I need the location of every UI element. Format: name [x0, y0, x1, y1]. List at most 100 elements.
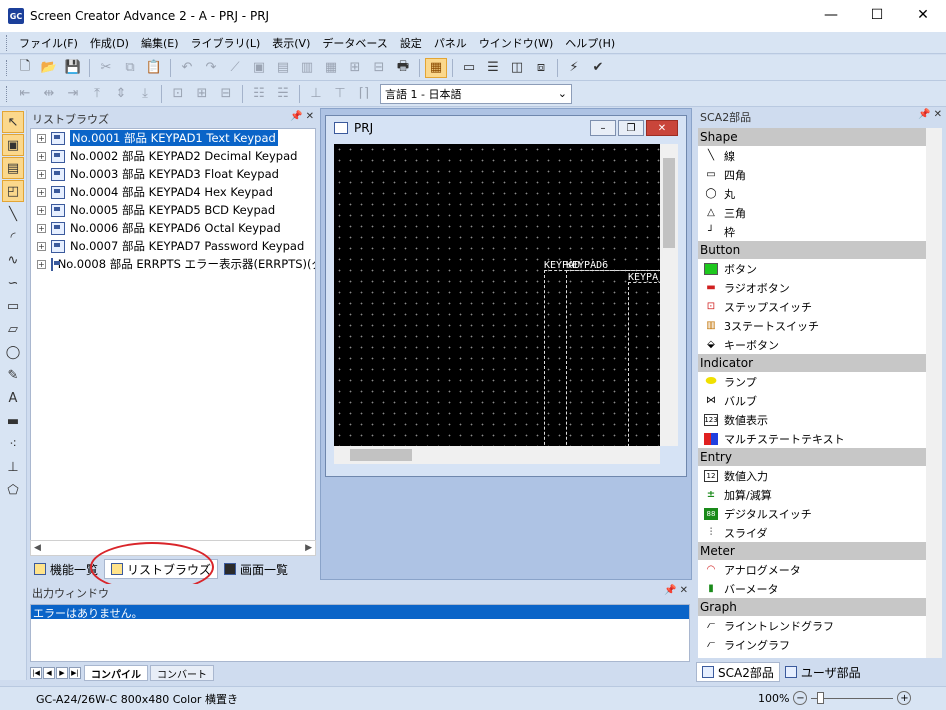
group-icon[interactable]: ⊞ [344, 58, 366, 78]
tab-last-icon[interactable]: ▶| [69, 667, 81, 679]
part-item[interactable]: ⫶ スライダ [698, 523, 926, 542]
expand-icon[interactable]: + [37, 187, 46, 197]
part-item[interactable]: ▥ 3ステートスイッチ [698, 316, 926, 335]
tree-item[interactable]: + No.0008 部品 ERRPTS エラー表示器(ERRPTS)(グ [31, 255, 315, 273]
paste-icon[interactable]: 📋 [143, 58, 165, 78]
select-parts-icon[interactable]: ▤ [2, 157, 24, 179]
minimize-button[interactable]: — [808, 0, 854, 30]
send-back-icon[interactable]: ▤ [272, 58, 294, 78]
expand-icon[interactable]: + [37, 241, 46, 251]
child-close-button[interactable]: ✕ [646, 120, 678, 136]
menu-window[interactable]: ウインドウ(W) [473, 35, 559, 51]
tree-item[interactable]: + No.0007 部品 KEYPAD7 Password Keypad [31, 237, 315, 255]
menu-panel[interactable]: パネル [428, 35, 473, 51]
part-item[interactable]: ◯ 丸 [698, 184, 926, 203]
window-layout-2-icon[interactable]: ☰ [482, 58, 504, 78]
part-item[interactable]: ◠ アナログメータ [698, 560, 926, 579]
distribute-v-icon[interactable]: ☷ [248, 84, 270, 104]
expand-icon[interactable]: + [37, 259, 46, 269]
category-meter[interactable]: Meter [698, 542, 926, 560]
child-minimize-button[interactable]: – [590, 120, 616, 136]
menu-create[interactable]: 作成(D) [84, 35, 135, 51]
part-item[interactable]: ▮ バーメータ [698, 579, 926, 598]
arc-tool-icon[interactable]: ◜ [2, 226, 24, 248]
part-item[interactable]: 12 数値入力 [698, 466, 926, 485]
redo-icon[interactable]: ↷ [200, 58, 222, 78]
zoom-out-icon[interactable]: − [793, 691, 808, 705]
keypad-part-outline[interactable] [628, 282, 660, 446]
scroll-right-icon[interactable]: ▶ [305, 543, 312, 553]
transfer-icon[interactable]: ✔ [587, 58, 609, 78]
tab-user-parts[interactable]: ユーザ部品 [780, 662, 866, 682]
window-layout-3-icon[interactable]: ◫ [506, 58, 528, 78]
backward-icon[interactable]: ▦ [320, 58, 342, 78]
close-button[interactable]: ✕ [900, 0, 946, 30]
dots-tool-icon[interactable]: ⁖ [2, 433, 24, 455]
part-item[interactable]: ╲ 線 [698, 146, 926, 165]
window-layout-1-icon[interactable]: ▭ [458, 58, 480, 78]
align-bottom-icon[interactable]: ⤓ [134, 84, 156, 104]
part-item[interactable]: ボタン [698, 259, 926, 278]
part-item[interactable]: ⋈ バルブ [698, 391, 926, 410]
print-icon[interactable]: 🖶 [392, 58, 414, 78]
curve-tool-icon[interactable]: ∽ [2, 272, 24, 294]
select-rect-icon[interactable]: ◰ [2, 180, 24, 202]
zoom-slider-thumb[interactable] [817, 691, 825, 704]
category-entry[interactable]: Entry [698, 448, 926, 466]
ungroup-icon[interactable]: ⊟ [368, 58, 390, 78]
tree-item[interactable]: + No.0003 部品 KEYPAD3 Float Keypad [31, 165, 315, 183]
menu-settings[interactable]: 設定 [394, 35, 428, 51]
image-tool-icon[interactable]: ▬ [2, 410, 24, 432]
part-item[interactable]: ± 加算/減算 [698, 485, 926, 504]
part-item[interactable]: ⬙ キーボタン [698, 335, 926, 354]
pane-pin-close-icon[interactable]: 📌 ✕ [290, 111, 314, 122]
save-icon[interactable]: 💾 [62, 58, 84, 78]
part-item[interactable]: マルチステートテキスト [698, 429, 926, 448]
menu-help[interactable]: ヘルプ(H) [559, 35, 621, 51]
space-h-icon[interactable]: ⊟ [215, 84, 237, 104]
part-item[interactable]: 88 デジタルスイッチ [698, 504, 926, 523]
tab-sca2-parts[interactable]: SCA2部品 [696, 662, 780, 682]
category-button[interactable]: Button [698, 241, 926, 259]
menu-library[interactable]: ライブラリ(L) [185, 35, 267, 51]
rect-tool-icon[interactable]: ▭ [2, 295, 24, 317]
select-screen-icon[interactable]: ▣ [2, 134, 24, 156]
child-restore-button[interactable]: ❐ [618, 120, 644, 136]
menu-database[interactable]: データベース [316, 35, 393, 51]
part-item[interactable]: ⊡ ステップスイッチ [698, 297, 926, 316]
copy-icon[interactable]: ⧉ [119, 58, 141, 78]
align-top-icon[interactable]: ⤒ [86, 84, 108, 104]
align-middle-icon[interactable]: ⇕ [110, 84, 132, 104]
output-message[interactable]: エラーはありません。 [31, 605, 689, 620]
part-item[interactable]: ⬬ ランプ [698, 372, 926, 391]
pane-pin-close-icon[interactable]: 📌 ✕ [918, 109, 942, 120]
center-icon[interactable]: ⊡ [167, 84, 189, 104]
forward-icon[interactable]: ▥ [296, 58, 318, 78]
bring-front-icon[interactable]: ▣ [248, 58, 270, 78]
expand-icon[interactable]: + [37, 133, 46, 143]
line-tool-icon[interactable]: ╲ [2, 203, 24, 225]
expand-icon[interactable]: + [37, 205, 46, 215]
menu-view[interactable]: 表示(V) [266, 35, 316, 51]
category-shape[interactable]: Shape [698, 128, 926, 146]
pointer-icon[interactable]: ↖ [2, 111, 24, 133]
align-right-icon[interactable]: ⇥ [62, 84, 84, 104]
part-item[interactable]: ⦧ ライングラフ [698, 635, 926, 654]
cut-icon[interactable]: ✂ [95, 58, 117, 78]
tree-item[interactable]: + No.0005 部品 KEYPAD5 BCD Keypad [31, 201, 315, 219]
parts-vertical-scrollbar[interactable] [926, 128, 942, 658]
polyline-tool-icon[interactable]: ∿ [2, 249, 24, 271]
tree-item[interactable]: + No.0006 部品 KEYPAD6 Octal Keypad [31, 219, 315, 237]
tab-compile[interactable]: コンパイル [84, 665, 148, 681]
grid-toggle-icon[interactable]: ▦ [425, 57, 447, 78]
scroll-thumb[interactable] [350, 449, 412, 461]
tab-next-icon[interactable]: ▶ [56, 667, 68, 679]
scroll-thumb[interactable] [663, 158, 675, 248]
category-indicator[interactable]: Indicator [698, 354, 926, 372]
align-left-icon[interactable]: ⇤ [14, 84, 36, 104]
distribute-h-icon[interactable]: ☵ [272, 84, 294, 104]
maximize-button[interactable]: ☐ [854, 0, 900, 30]
dimension-tool-icon[interactable]: ⊥ [2, 456, 24, 478]
undo-icon[interactable]: ↶ [176, 58, 198, 78]
tab-convert[interactable]: コンバート [150, 665, 214, 681]
